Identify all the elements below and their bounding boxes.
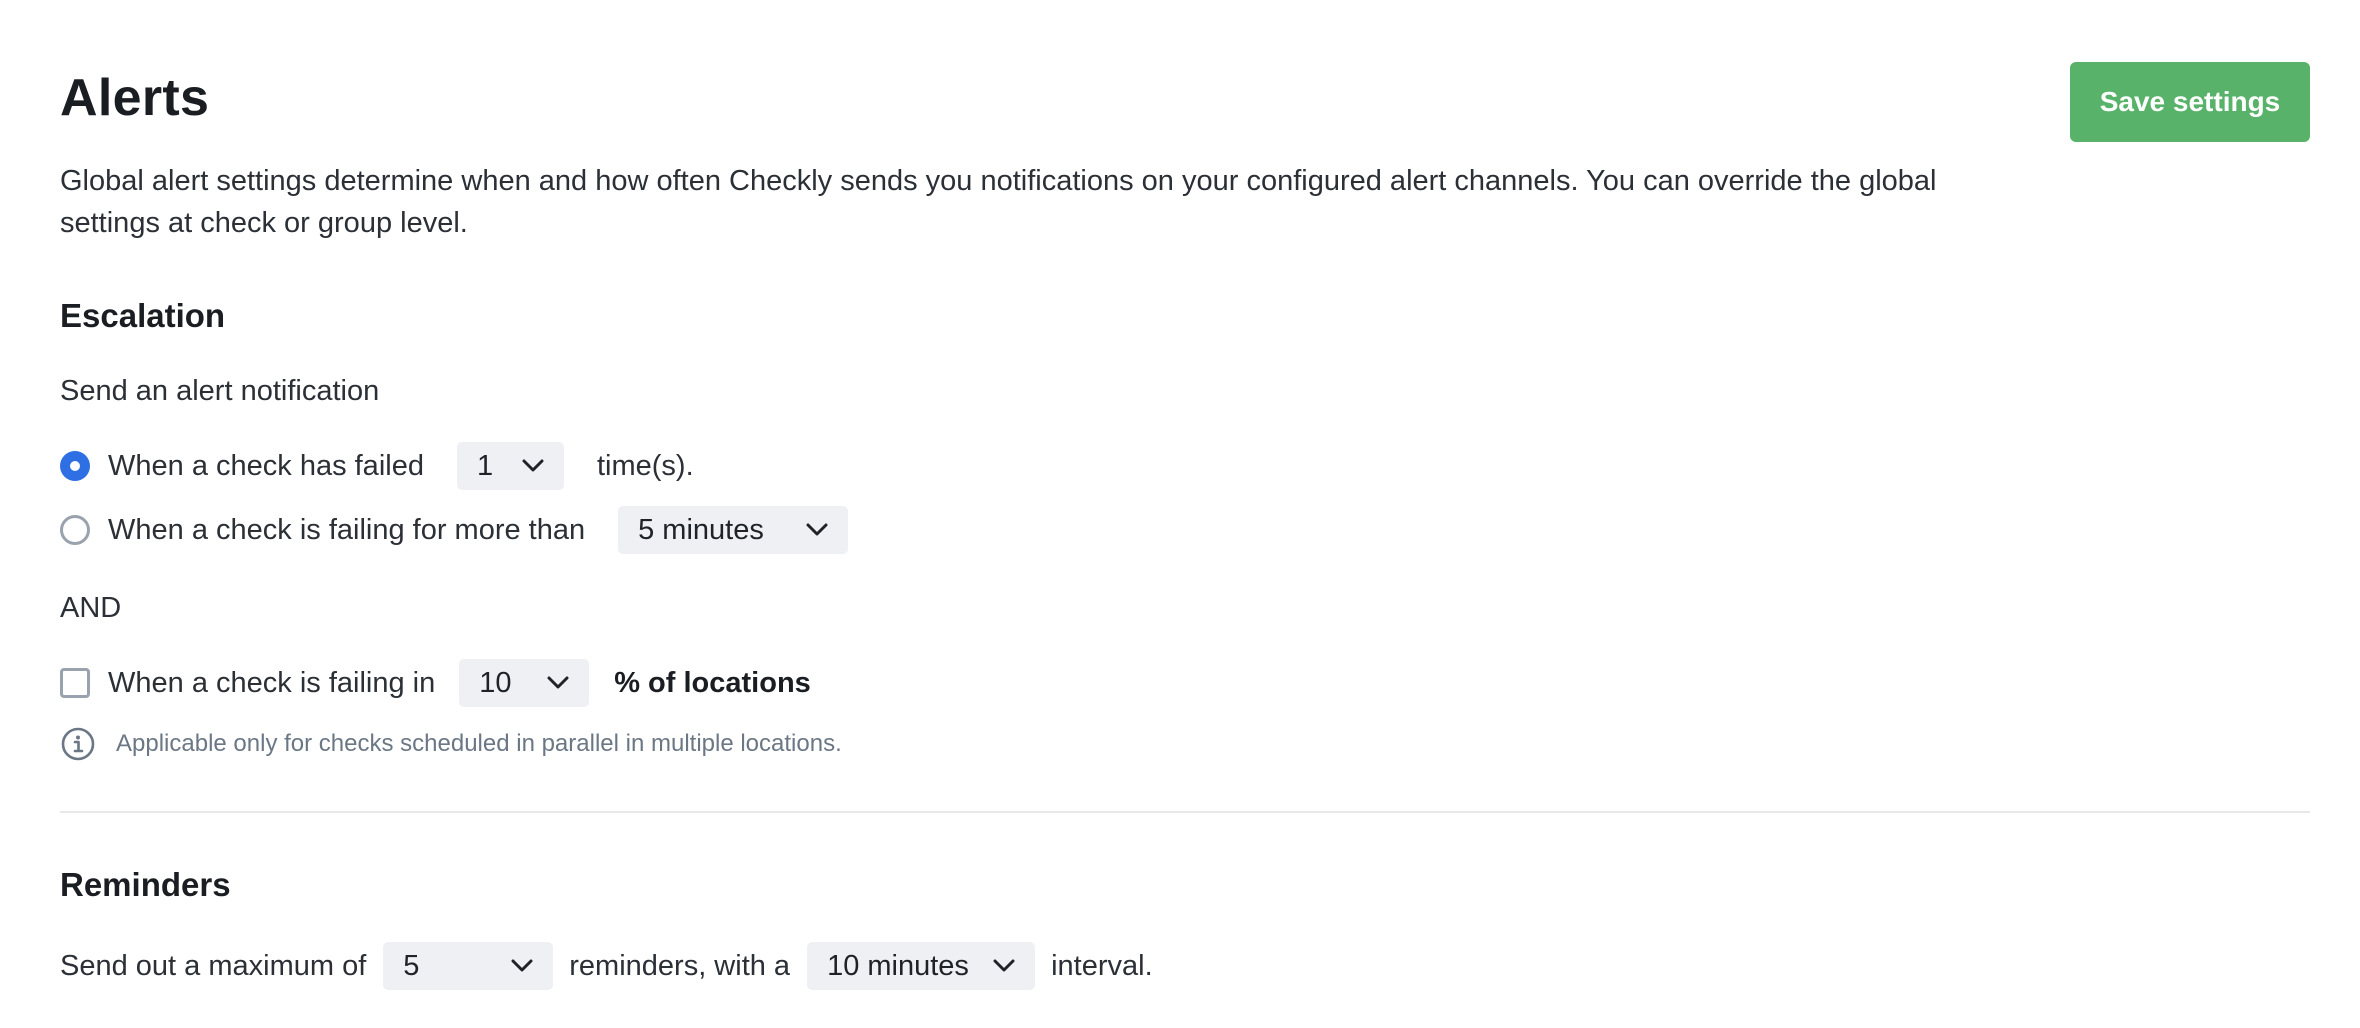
page-title: Alerts — [60, 69, 210, 127]
reminders-prefix: Send out a maximum of — [60, 949, 367, 982]
failed-times-label: When a check has failed — [108, 449, 424, 482]
failed-times-select[interactable]: 1 — [456, 442, 564, 490]
reminders-count-value: 5 — [403, 949, 420, 982]
locations-suffix: % of locations — [614, 666, 811, 699]
escalation-heading: Escalation — [60, 297, 226, 334]
chevron-down-icon — [993, 959, 1015, 972]
section-divider — [60, 811, 2310, 813]
alerts-settings-page: Alerts Save settings Global alert settin… — [60, 0, 2310, 1028]
escalation-subheading: Send an alert notification — [60, 375, 380, 407]
page-description: Global alert settings determine when and… — [60, 165, 1937, 239]
locations-label: When a check is failing in — [108, 666, 436, 699]
reminders-count-select[interactable]: 5 — [383, 942, 554, 990]
option-failed-times: When a check has failed 1 time(s). — [60, 442, 694, 490]
save-settings-button[interactable]: Save settings — [2070, 62, 2310, 142]
failed-times-suffix: time(s). — [596, 449, 694, 482]
failing-for-label: When a check is failing for more than — [108, 513, 586, 546]
failing-for-duration-select[interactable]: 5 minutes — [618, 506, 849, 554]
chevron-down-icon — [547, 676, 569, 689]
locations-info-text: Applicable only for checks scheduled in … — [116, 730, 842, 757]
chevron-down-icon — [511, 959, 533, 972]
reminders-interval-value: 10 minutes — [827, 949, 969, 982]
option-locations: When a check is failing in 10 % of locat… — [60, 659, 811, 707]
option-failing-for: When a check is failing for more than 5 … — [60, 506, 849, 554]
failed-times-select-value: 1 — [476, 449, 494, 482]
reminders-suffix: interval. — [1051, 949, 1153, 982]
reminders-middle: reminders, with a — [569, 949, 791, 982]
info-circle-icon — [61, 727, 95, 761]
locations-info-note: Applicable only for checks scheduled in … — [60, 726, 842, 762]
failing-for-select-value: 5 minutes — [638, 513, 764, 546]
failed-times-radio[interactable] — [60, 451, 90, 481]
reminders-row: Send out a maximum of 5 reminders, with … — [60, 942, 1153, 990]
reminders-interval-select[interactable]: 10 minutes — [807, 942, 1036, 990]
chevron-down-icon — [806, 523, 828, 536]
reminders-heading: Reminders — [60, 866, 231, 903]
and-label: AND — [60, 592, 122, 624]
locations-checkbox[interactable] — [60, 668, 90, 698]
chevron-down-icon — [522, 459, 544, 472]
page-header: Alerts Save settings — [60, 62, 2310, 142]
locations-percent-select[interactable]: 10 — [459, 659, 590, 707]
locations-select-value: 10 — [479, 666, 512, 699]
failing-for-radio[interactable] — [60, 515, 90, 545]
